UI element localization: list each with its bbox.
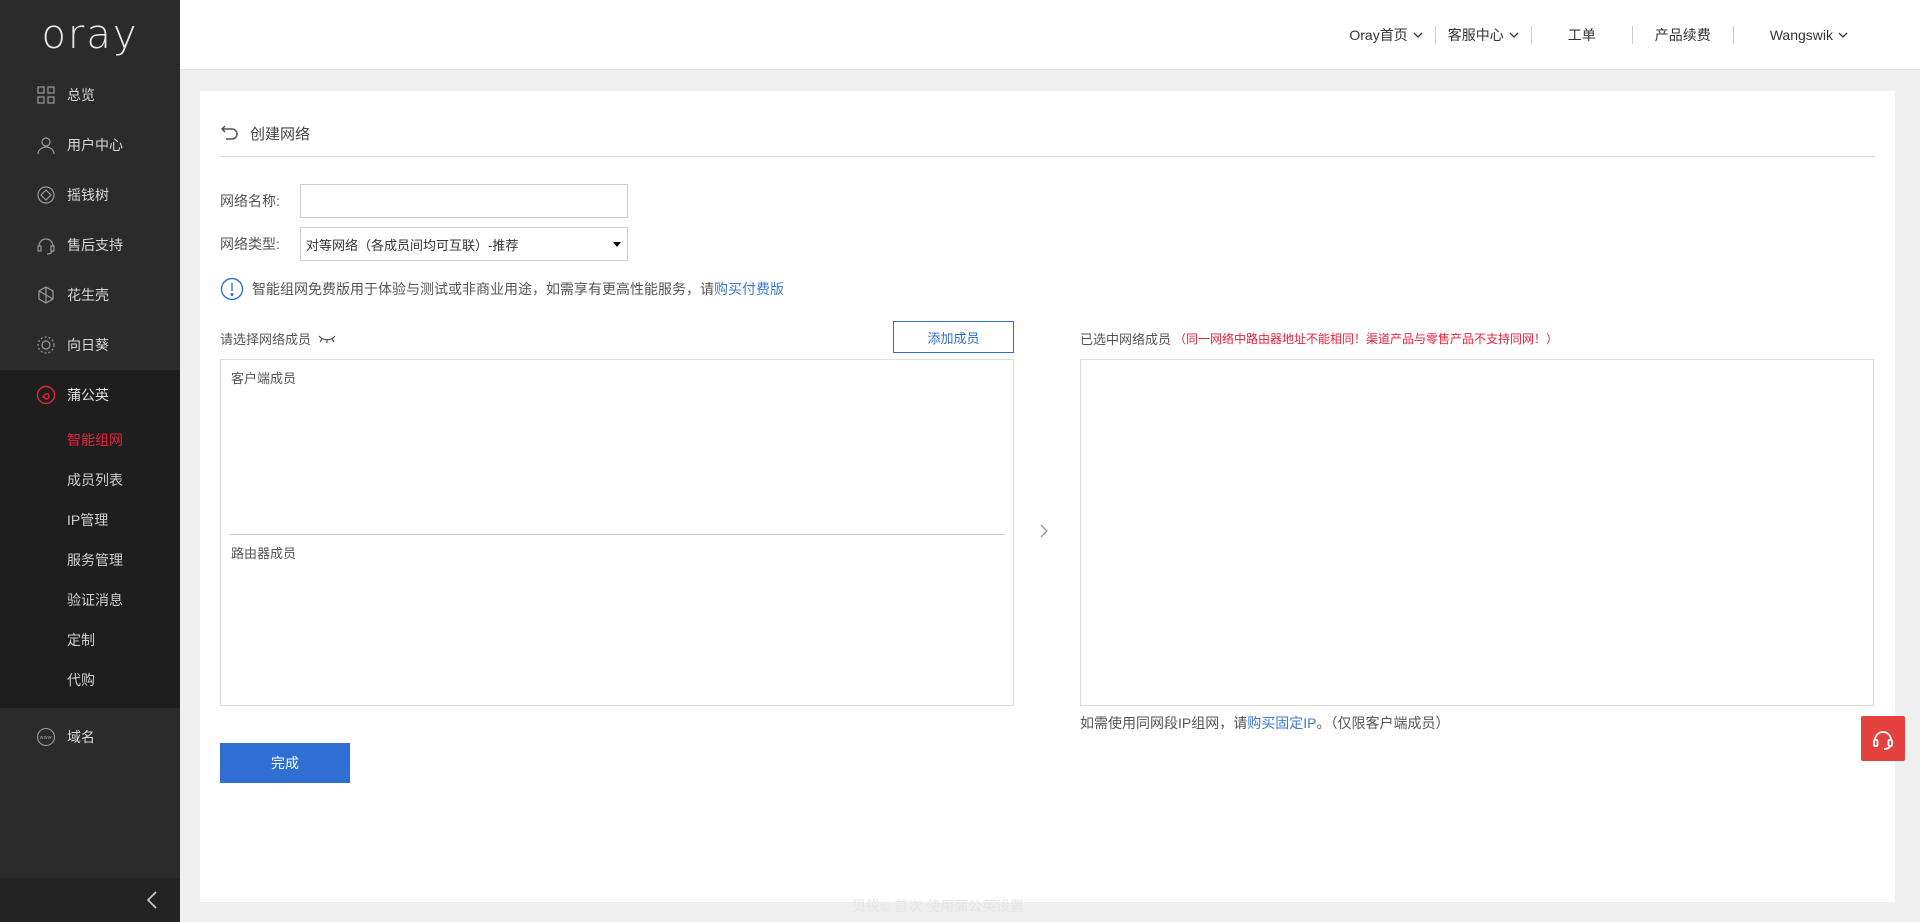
chevron-right-icon[interactable] [1039,524,1049,538]
sidebar-subitem-purchase-agent[interactable]: 代购 [0,660,180,700]
www-icon: www [35,726,57,748]
sidebar-item-sunflower[interactable]: 向日葵 [0,320,180,370]
hint-suffix: 。（仅限客户端成员） [1316,715,1450,731]
logo-text: oray [41,12,139,58]
sidebar-item-label: 售后支持 [67,237,123,253]
sidebar-item-money-tree[interactable]: 摇钱树 [0,170,180,220]
sidebar-subitem-member-list[interactable]: 成员列表 [0,460,180,500]
network-name-label: 网络名称: [220,193,280,209]
sidebar-subitem-smart-network[interactable]: 智能组网 [0,420,180,460]
buy-fixed-ip-link[interactable]: 购买固定IP [1247,715,1316,731]
selected-members-header: 已选中网络成员 （同一网络中路由器地址不能相同！渠道产品与零售产品不支持同网！） [1080,329,1558,348]
fixed-ip-hint: 如需使用同网段IP组网，请购买固定IP。（仅限客户端成员） [1080,713,1449,733]
router-members-title: 路由器成员 [231,546,297,561]
nav-label: Oray首页 [1349,27,1408,43]
nav-customer-service[interactable]: 客服中心 [1436,25,1531,45]
sidebar-item-label: 摇钱树 [67,187,109,203]
sidebar-subitem-service-management[interactable]: 服务管理 [0,540,180,580]
network-name-row: 网络名称: [220,184,628,218]
hint-prefix: 如需使用同网段IP组网，请 [1080,715,1248,731]
header-nav: Oray首页 客服中心 工单 产品续费 Wangswik [1337,0,1860,70]
back-arrow-icon[interactable] [220,123,240,141]
sidebar-item-dandelion[interactable]: 蒲公英 [0,370,180,420]
nav-label: 客服中心 [1447,27,1504,43]
section-divider [229,534,1005,535]
selected-members-pane [1080,359,1874,706]
free-version-notice: 智能组网免费版用于体验与测试或非商业用途，如需享有更高性能服务，请 购买付费版 [220,277,784,301]
select-members-label: 请选择网络成员 [220,332,312,347]
nav-label: 工单 [1567,27,1596,43]
sidebar-collapse-button[interactable] [0,878,180,922]
nav-label: 产品续费 [1654,27,1711,43]
diamond-icon [35,184,57,206]
network-type-value: 对等网络（各成员间均可互联）-推荐 [306,237,519,253]
nav-oray-home[interactable]: Oray首页 [1337,25,1434,45]
floating-support-button[interactable] [1861,716,1905,761]
sidebar-subitem-customize[interactable]: 定制 [0,620,180,660]
nav-renewal[interactable]: 产品续费 [1633,25,1733,45]
sidebar-item-label: 域名 [67,729,95,745]
network-type-row: 网络类型: 对等网络（各成员间均可互联）-推荐 [220,227,628,261]
sidebar-item-domain[interactable]: www 域名 [0,712,180,762]
shell-icon [35,284,57,306]
page-title-bar: 创建网络 [220,123,1875,157]
user-icon [35,134,57,156]
main-card: 创建网络 网络名称: 网络类型: 对等网络（各成员间均可互联）-推荐 智能组网免… [200,91,1895,902]
eye-closed-icon[interactable] [318,334,336,344]
headset-icon [35,234,57,256]
nav-tickets[interactable]: 工单 [1532,25,1632,45]
selected-members-label: 已选中网络成员 [1080,332,1172,347]
sidebar-item-label: 向日葵 [67,337,109,353]
network-name-input[interactable] [300,184,628,218]
sidebar-item-label: 蒲公英 [67,387,109,403]
caret-down-icon [613,242,621,247]
notice-text: 智能组网免费版用于体验与测试或非商业用途，如需享有更高性能服务，请 [252,281,714,297]
sidebar-item-label: 总览 [67,87,95,103]
nav-user-menu[interactable]: Wangswik [1734,27,1860,43]
dandelion-icon [35,384,57,406]
chevron-down-icon [1838,32,1848,38]
client-members-title: 客户端成员 [231,371,297,386]
svg-text:www: www [40,735,52,741]
nav-label: Wangswik [1769,27,1833,43]
grid-icon [35,84,57,106]
member-selection-pane: 客户端成员 路由器成员 [220,359,1014,706]
top-header: Oray首页 客服中心 工单 产品续费 Wangswik [180,0,1920,70]
sidebar-item-overview[interactable]: 总览 [0,70,180,120]
sidebar-subitem-ip-management[interactable]: IP管理 [0,500,180,540]
page-title: 创建网络 [250,126,311,143]
footer-watermark-text: 贝锐© 首次 使用蒲公英设置 [852,898,1025,914]
select-members-header: 请选择网络成员 [220,329,336,348]
sidebar-item-peanut-shell[interactable]: 花生壳 [0,270,180,320]
buy-paid-version-link[interactable]: 购买付费版 [714,279,784,299]
oray-logo[interactable]: oray [0,0,180,70]
sidebar-subitem-verification-messages[interactable]: 验证消息 [0,580,180,620]
network-type-select[interactable]: 对等网络（各成员间均可互联）-推荐 [300,227,628,261]
sunflower-icon [35,334,57,356]
sidebar-item-label: 用户中心 [67,137,123,153]
add-member-button[interactable]: 添加成员 [893,321,1014,353]
sidebar: oray 总览 用户中心 摇钱树 售后支持 花生壳 向日葵 蒲公英 智能组网 成… [0,0,180,922]
chevron-down-icon [1413,32,1423,38]
sidebar-group-dandelion: 蒲公英 智能组网 成员列表 IP管理 服务管理 验证消息 定制 代购 [0,370,180,708]
sidebar-item-support[interactable]: 售后支持 [0,220,180,270]
sidebar-item-label: 花生壳 [67,287,109,303]
info-icon [220,277,244,301]
chevron-left-icon [146,891,157,909]
sidebar-item-user-center[interactable]: 用户中心 [0,120,180,170]
selected-members-warning: （同一网络中路由器地址不能相同！渠道产品与零售产品不支持同网！） [1174,332,1559,346]
chevron-down-icon [1509,32,1519,38]
done-button[interactable]: 完成 [220,743,350,783]
network-type-label: 网络类型: [220,236,280,252]
headset-icon [1873,730,1893,750]
